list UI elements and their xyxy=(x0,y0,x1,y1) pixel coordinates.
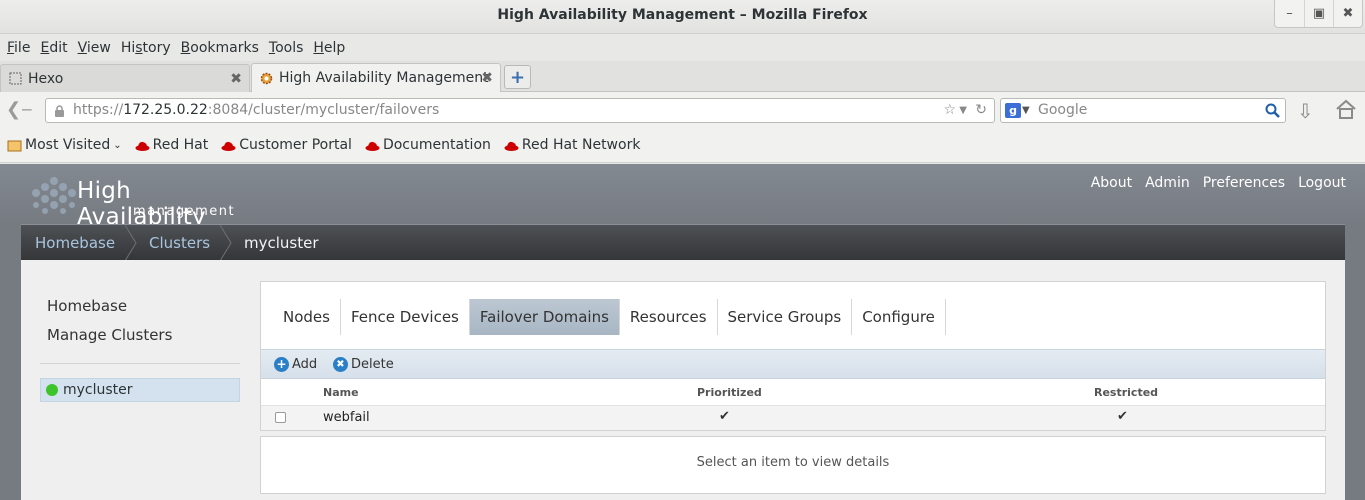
maximize-icon[interactable]: ▣ xyxy=(1304,0,1333,27)
window-title: High Availability Management – Mozilla F… xyxy=(497,7,868,23)
action-toolbar: + Add ✖ Delete xyxy=(261,349,1325,379)
table-header: Name Prioritized Restricted xyxy=(261,379,1325,405)
status-online-icon xyxy=(46,384,58,396)
preferences-link[interactable]: Preferences xyxy=(1203,175,1285,191)
folder-icon xyxy=(7,140,22,151)
red-hat-icon xyxy=(504,141,519,151)
breadcrumb-current: mycluster xyxy=(244,234,319,252)
chevron-down-icon: ⌄ xyxy=(113,139,122,151)
cluster-list-item[interactable]: mycluster xyxy=(40,378,240,402)
nav-manage-clusters[interactable]: Manage Clusters xyxy=(47,326,172,344)
bookmark-customer-portal[interactable]: Customer Portal xyxy=(221,137,352,153)
red-hat-icon xyxy=(135,141,150,151)
search-input[interactable]: Google xyxy=(1038,99,1087,122)
tab-resources[interactable]: Resources xyxy=(620,299,718,335)
column-prioritized[interactable]: Prioritized xyxy=(697,386,762,399)
bookmark-documentation[interactable]: Documentation xyxy=(365,137,491,153)
column-name[interactable]: Name xyxy=(323,386,359,399)
divider xyxy=(40,363,240,364)
row-checkbox[interactable] xyxy=(275,412,286,423)
details-placeholder: Select an item to view details xyxy=(696,455,890,470)
menu-tools[interactable]: Tools xyxy=(269,40,304,56)
search-icon[interactable] xyxy=(1265,103,1280,118)
search-bar[interactable]: g ▼ Google xyxy=(1000,98,1286,123)
red-hat-icon xyxy=(365,141,380,151)
tab-label: Hexo xyxy=(28,70,64,87)
main-content: Homebase Manage Clusters mycluster Nodes… xyxy=(21,260,1345,500)
menubar: File Edit View History Bookmarks Tools H… xyxy=(0,34,1365,61)
tab-label: High Availability Management xyxy=(279,70,489,86)
checkmark-icon: ✔ xyxy=(1117,409,1128,424)
minimize-icon[interactable]: – xyxy=(1275,0,1304,27)
google-engine-icon[interactable]: g xyxy=(1005,103,1021,118)
admin-link[interactable]: Admin xyxy=(1145,175,1190,191)
left-nav: Homebase Manage Clusters xyxy=(47,297,172,355)
bookmark-red-hat[interactable]: Red Hat xyxy=(135,137,208,153)
cluster-panel: Nodes Fence Devices Failover Domains Res… xyxy=(260,281,1326,431)
tab-fence-devices[interactable]: Fence Devices xyxy=(341,299,470,335)
menu-edit[interactable]: Edit xyxy=(40,40,67,56)
breadcrumb-separator xyxy=(124,225,137,261)
table-row[interactable]: webfail ✔ ✔ xyxy=(261,405,1325,430)
back-arrow-icon[interactable]: ❮‒ xyxy=(6,99,33,121)
breadcrumb-separator xyxy=(219,225,232,261)
tab-close-icon[interactable]: ✖ xyxy=(481,70,493,86)
lock-icon xyxy=(55,105,64,117)
tab-service-groups[interactable]: Service Groups xyxy=(718,299,853,335)
url-text: https://172.25.0.22:8084/cluster/myclust… xyxy=(73,102,440,118)
row-name: webfail xyxy=(323,410,370,425)
menu-view[interactable]: View xyxy=(78,40,111,56)
menu-history[interactable]: History xyxy=(121,40,171,56)
tab-high-availability[interactable]: High Availability Management ✖ xyxy=(251,63,501,92)
add-button[interactable]: + Add xyxy=(274,357,317,372)
x-circle-icon: ✖ xyxy=(333,357,348,372)
url-bar[interactable]: https://172.25.0.22:8084/cluster/myclust… xyxy=(45,98,995,123)
menu-bookmarks[interactable]: Bookmarks xyxy=(181,40,259,56)
plus-circle-icon: + xyxy=(274,357,289,372)
tab-hexo[interactable]: Hexo ✖ xyxy=(0,64,250,92)
nav-homebase[interactable]: Homebase xyxy=(47,297,172,315)
tab-configure[interactable]: Configure xyxy=(852,299,946,335)
tab-strip: Hexo ✖ High Availability Management ✖ xyxy=(0,61,1365,92)
download-icon[interactable]: ⇩ xyxy=(1297,99,1314,123)
bookmarks-toolbar: Most Visited ⌄ Red Hat Customer Portal Do… xyxy=(0,128,1365,163)
red-hat-icon xyxy=(221,141,236,151)
brand-subtitle: management xyxy=(133,204,236,219)
reload-icon[interactable]: ↻ xyxy=(975,99,987,122)
menu-help[interactable]: Help xyxy=(313,40,345,56)
new-tab-button[interactable]: + xyxy=(504,65,531,89)
about-link[interactable]: About xyxy=(1091,175,1132,191)
history-dropdown-icon[interactable]: ▼ xyxy=(959,99,967,122)
tab-close-icon[interactable]: ✖ xyxy=(230,71,242,87)
column-restricted[interactable]: Restricted xyxy=(1094,386,1158,399)
top-links: About Admin Preferences Logout xyxy=(1078,175,1346,191)
engine-dropdown-icon[interactable]: ▼ xyxy=(1022,99,1030,122)
app-logo[interactable]: High Availability management xyxy=(22,169,262,230)
details-panel: Select an item to view details xyxy=(260,436,1326,494)
window-controls: – ▣ ✖ xyxy=(1274,0,1363,28)
honeycomb-logo-icon xyxy=(32,177,76,214)
delete-button[interactable]: ✖ Delete xyxy=(333,357,394,372)
checkmark-icon: ✔ xyxy=(719,409,730,424)
cluster-name: mycluster xyxy=(63,382,133,398)
bookmark-star-icon[interactable]: ☆ xyxy=(943,99,956,122)
breadcrumb: Homebase Clusters mycluster xyxy=(21,224,1345,261)
window-titlebar: High Availability Management – Mozilla F… xyxy=(0,0,1365,34)
menu-file[interactable]: File xyxy=(7,40,30,56)
web-page: High Availability management About Admin… xyxy=(0,164,1365,500)
navigation-bar: ❮‒ https://172.25.0.22:8084/cluster/mycl… xyxy=(0,92,1365,128)
tab-nodes[interactable]: Nodes xyxy=(273,299,341,335)
close-icon[interactable]: ✖ xyxy=(1333,0,1362,27)
cluster-tabs: Nodes Fence Devices Failover Domains Res… xyxy=(273,299,946,335)
gear-favicon-icon xyxy=(260,72,273,84)
logout-link[interactable]: Logout xyxy=(1298,175,1346,191)
breadcrumb-clusters[interactable]: Clusters xyxy=(149,225,210,260)
page-icon xyxy=(9,72,22,85)
bookmark-red-hat-network[interactable]: Red Hat Network xyxy=(504,137,640,153)
tab-failover-domains[interactable]: Failover Domains xyxy=(469,299,620,335)
bookmark-most-visited[interactable]: Most Visited ⌄ xyxy=(7,137,122,153)
home-icon[interactable] xyxy=(1335,99,1357,119)
breadcrumb-homebase[interactable]: Homebase xyxy=(35,225,115,260)
